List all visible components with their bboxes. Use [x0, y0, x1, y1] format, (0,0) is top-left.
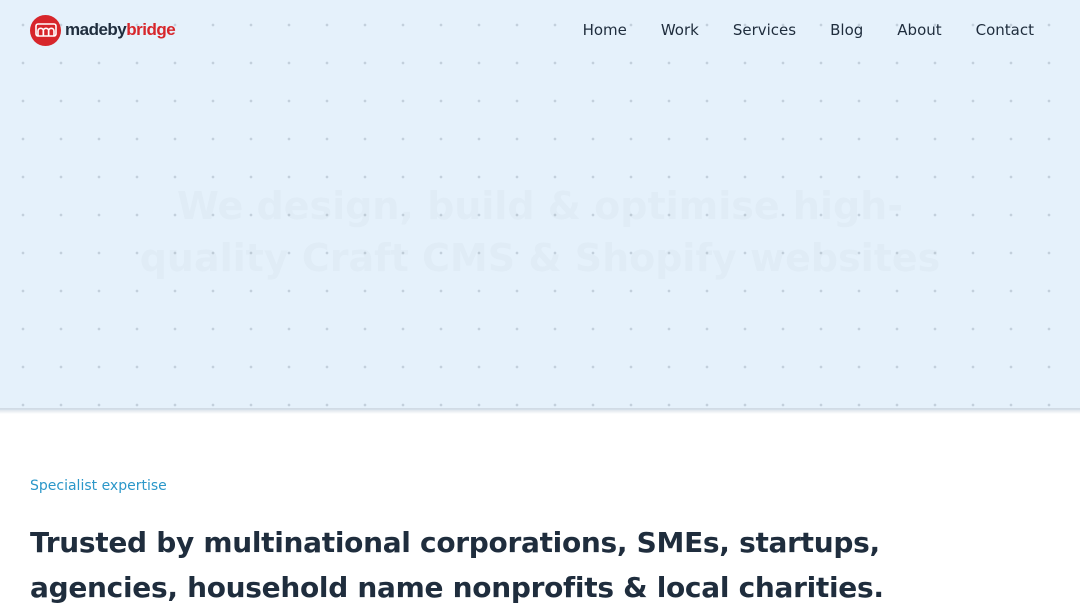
nav-about[interactable]: About — [897, 19, 941, 41]
logo-link[interactable]: madebybridge — [30, 14, 176, 46]
section-eyebrow: Specialist expertise — [30, 478, 167, 494]
nav-contact[interactable]: Contact — [976, 19, 1034, 41]
nav-home[interactable]: Home — [583, 19, 627, 41]
section-headline: Trusted by multinational corporations, S… — [30, 526, 884, 604]
logo-made-text: made — [65, 20, 108, 39]
nav-work[interactable]: Work — [661, 19, 699, 41]
bridge-logo-icon — [30, 14, 61, 46]
logo-wordmark: madebybridge — [65, 20, 176, 40]
main-nav: Home Work Services Blog About Contact — [583, 19, 1034, 41]
hero-divider — [0, 408, 1080, 414]
nav-blog[interactable]: Blog — [830, 19, 863, 41]
nav-services[interactable]: Services — [733, 19, 796, 41]
logo-by-text: by — [107, 20, 127, 39]
hero-title: We design, build & optimise high-quality… — [110, 180, 970, 284]
hero-content: We design, build & optimise high-quality… — [0, 180, 1080, 330]
logo-bridge-text: bridge — [126, 20, 176, 39]
